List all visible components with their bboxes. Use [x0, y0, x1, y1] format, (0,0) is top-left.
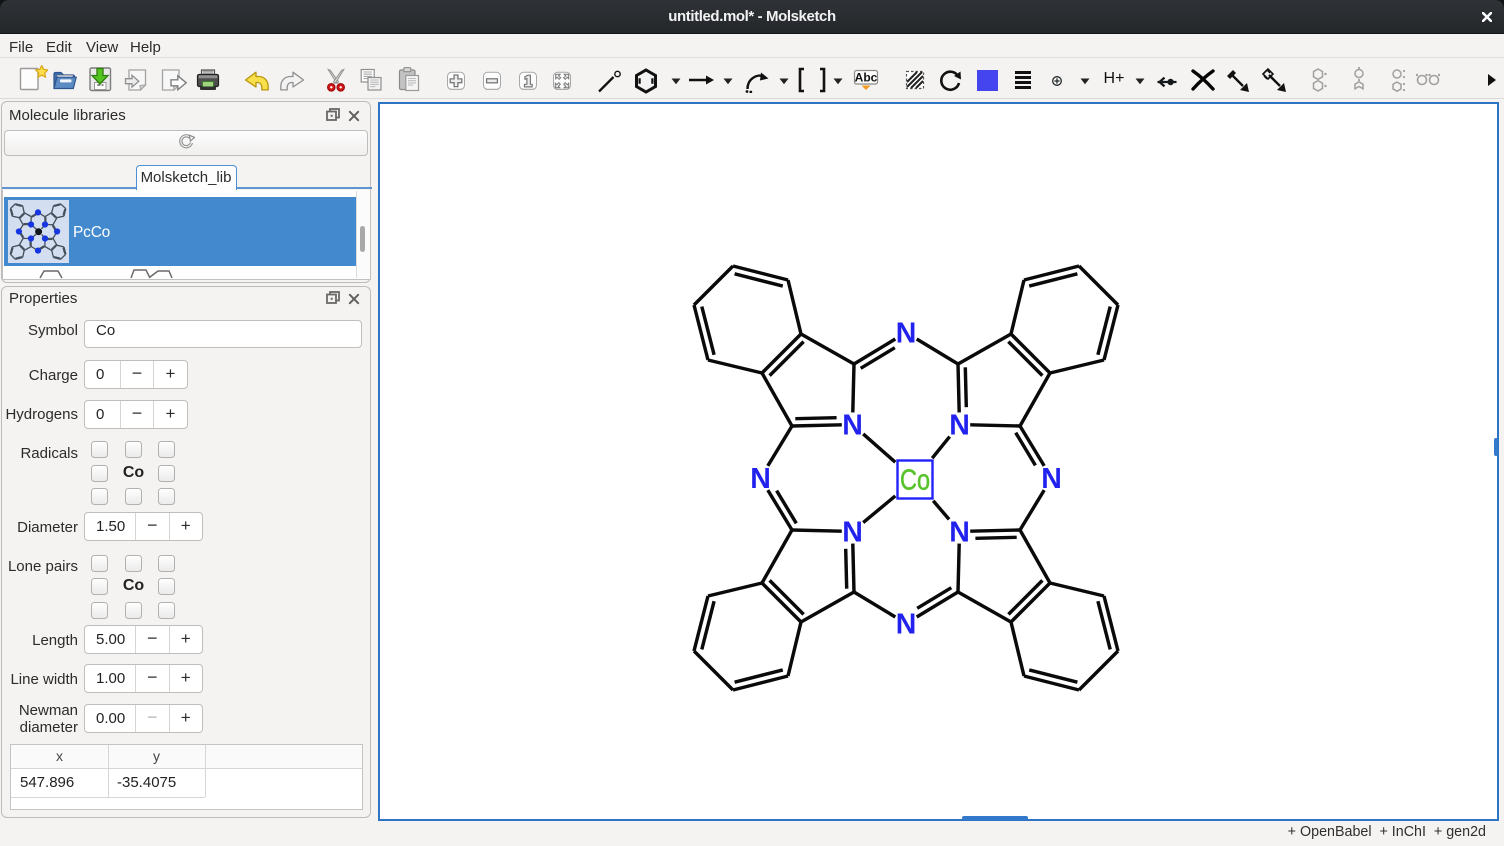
- svg-text:N: N: [1041, 463, 1062, 495]
- svg-text:N: N: [842, 516, 863, 548]
- svg-text:N: N: [895, 317, 916, 349]
- svg-text:N: N: [949, 516, 970, 548]
- svg-text:N: N: [895, 608, 916, 640]
- svg-text:N: N: [750, 463, 771, 495]
- svg-text:Abc: Abc: [854, 71, 877, 85]
- svg-text:Co: Co: [900, 464, 930, 496]
- svg-text:N: N: [842, 409, 863, 441]
- svg-text:N: N: [949, 409, 970, 441]
